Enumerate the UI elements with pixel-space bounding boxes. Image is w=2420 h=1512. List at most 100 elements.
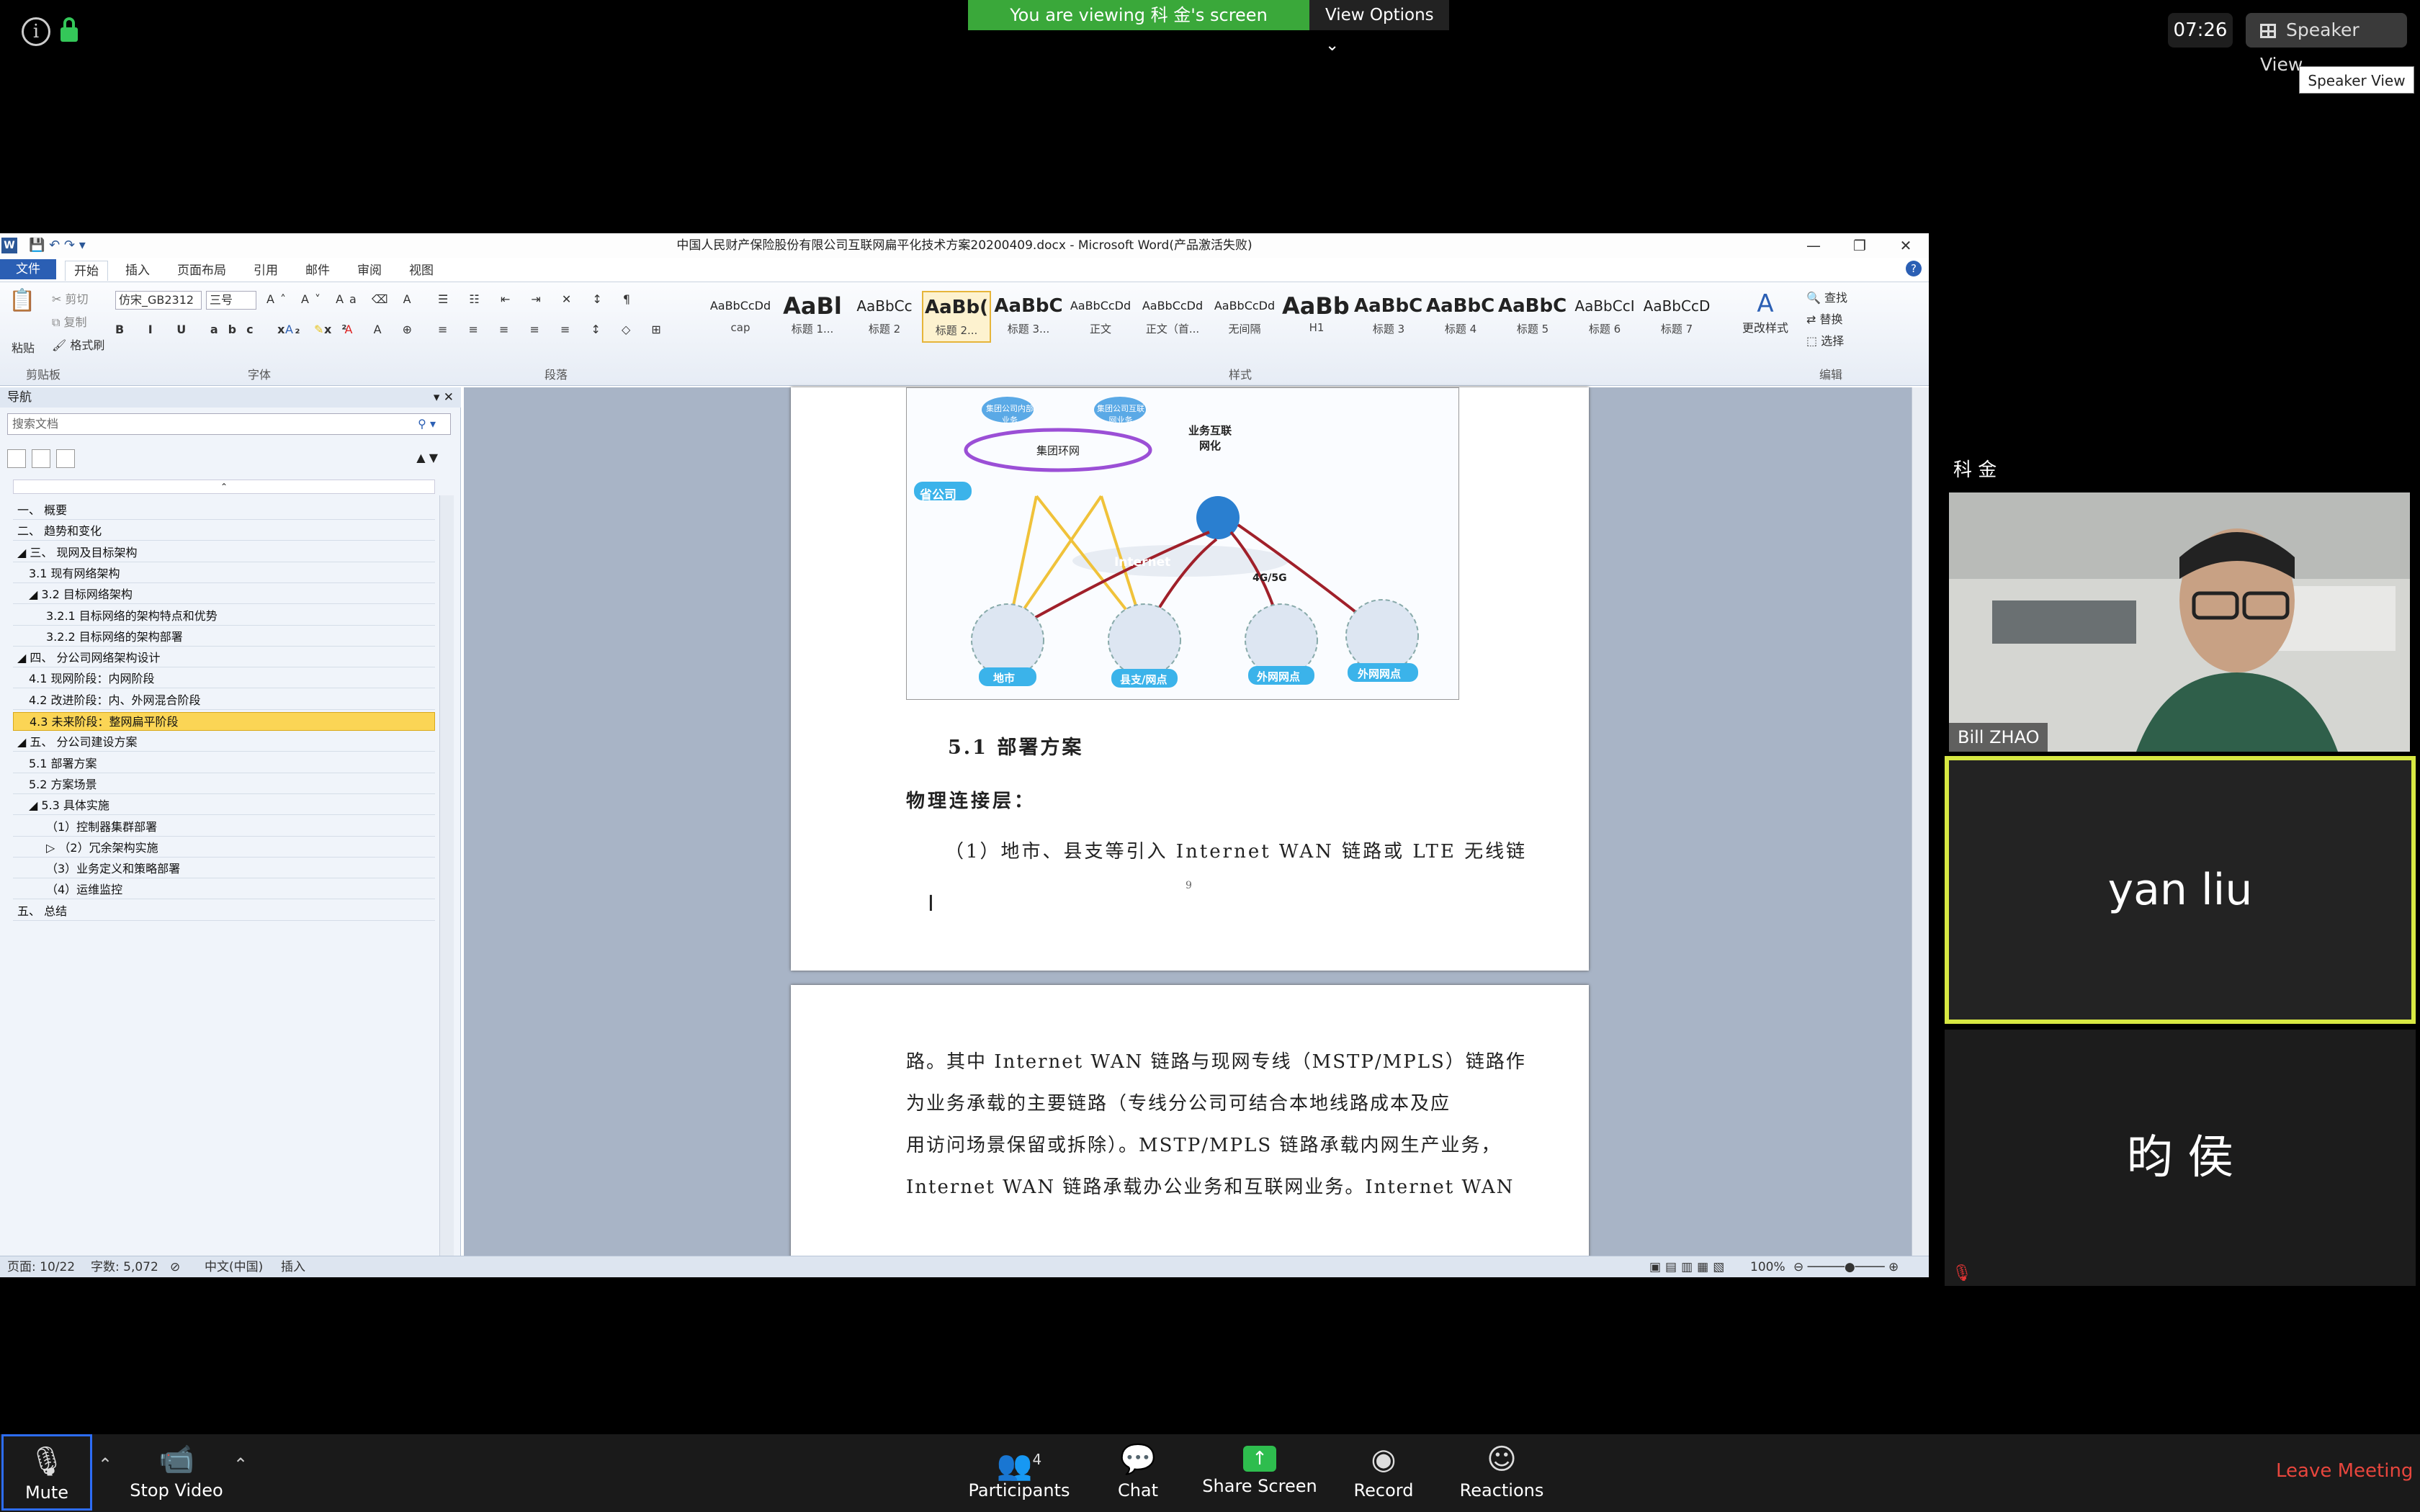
tab-review[interactable]: 审阅 bbox=[349, 261, 390, 281]
style-5[interactable]: AaBbCcDd 正文 bbox=[1066, 291, 1135, 343]
document-vertical-scrollbar[interactable] bbox=[1912, 387, 1929, 1256]
change-styles-button[interactable]: A 更改样式 bbox=[1740, 289, 1791, 336]
nav-heading-item[interactable]: ◢ 三、 现网及目标架构 bbox=[13, 544, 435, 562]
nav-heading-item[interactable]: 3.2.2 目标网络的架构部署 bbox=[13, 628, 435, 647]
style-13[interactable]: AaBbCcD 标题 7 bbox=[1642, 291, 1711, 343]
body-text-line[interactable]: 用访问场景保留或拆除）。MSTP/MPLS 链路承载内网生产业务， bbox=[906, 1130, 1502, 1157]
cut-button[interactable]: ✂ 剪切 bbox=[52, 289, 89, 307]
stop-video-button[interactable]: 📹 Stop Video bbox=[122, 1434, 230, 1512]
zoom-slider[interactable]: ⊖ ─────●──── ⊕ bbox=[1793, 1256, 1923, 1277]
results-view-icon[interactable] bbox=[56, 449, 75, 468]
nav-heading-item[interactable]: 4.1 现网阶段：内网阶段 bbox=[13, 670, 435, 689]
nav-heading-item[interactable]: 3.2.1 目标网络的架构特点和优势 bbox=[13, 607, 435, 626]
chat-button[interactable]: 💬 Chat bbox=[1102, 1434, 1174, 1512]
style-12[interactable]: AaBbCcI 标题 6 bbox=[1570, 291, 1639, 343]
zoom-level[interactable]: 100% bbox=[1750, 1256, 1785, 1277]
section-heading[interactable]: 5.1 部署方案 bbox=[948, 732, 1083, 760]
video-options-caret-icon[interactable]: ⌃ bbox=[233, 1454, 248, 1475]
nav-heading-item[interactable]: 4.2 改进阶段：内、外网混合阶段 bbox=[13, 691, 435, 710]
mute-button[interactable]: 🎙 Mute bbox=[1, 1434, 92, 1511]
style-3[interactable]: AaBb(标题 2... bbox=[922, 291, 991, 343]
format-painter-button[interactable]: 🖌 格式刷 bbox=[52, 336, 104, 353]
nav-pane-close-icon[interactable]: ▾ ✕ bbox=[434, 387, 454, 408]
word-count[interactable]: 字数: 5,072 bbox=[91, 1256, 158, 1277]
share-screen-button[interactable]: ↑ Share Screen bbox=[1198, 1434, 1321, 1512]
nav-heading-item[interactable]: 3.1 现有网络架构 bbox=[13, 564, 435, 583]
participant-tile-active-speaker[interactable]: yan liu bbox=[1945, 756, 2416, 1024]
tab-insert[interactable]: 插入 bbox=[117, 261, 158, 281]
copy-button[interactable]: ⧉ 复制 bbox=[52, 312, 87, 330]
encryption-lock-icon[interactable] bbox=[60, 17, 78, 42]
nav-heading-item[interactable]: （4）运维监控 bbox=[13, 881, 435, 900]
nav-heading-item[interactable]: 一、 概要 bbox=[13, 501, 435, 520]
nav-heading-item[interactable]: ◢ 五、 分公司建设方案 bbox=[13, 733, 435, 752]
nav-heading-item[interactable]: （1）控制器集群部署 bbox=[13, 818, 435, 837]
style-0[interactable]: AaBbCcDd cap bbox=[706, 291, 775, 343]
view-mode-buttons[interactable]: ▣▤▥▦▧ bbox=[1649, 1256, 1729, 1277]
tab-page-layout[interactable]: 页面布局 bbox=[169, 261, 235, 281]
participants-button[interactable]: 👥4 Participants bbox=[965, 1434, 1073, 1512]
select-button[interactable]: ⬚ 选择 bbox=[1806, 331, 1844, 348]
nav-heading-item[interactable]: ◢ 四、 分公司网络架构设计 bbox=[13, 649, 435, 668]
tab-file[interactable]: 文件 bbox=[0, 259, 56, 279]
highlight-font-color-buttons[interactable]: A ✎ A A ⊕ bbox=[285, 323, 421, 336]
style-1[interactable]: AaBl 标题 1... bbox=[778, 291, 847, 343]
tab-mailings[interactable]: 邮件 bbox=[297, 261, 339, 281]
document-page[interactable]: 路。其中 Internet WAN 链路与现网专线（MSTP/MPLS）链路作为… bbox=[791, 985, 1589, 1273]
body-text-line[interactable]: （1）地市、县支等引入 Internet WAN 链路或 LTE 无线链 bbox=[945, 837, 1527, 863]
nav-heading-item[interactable]: 5.2 方案场景 bbox=[13, 775, 435, 794]
nav-heading-item[interactable]: （3）业务定义和策略部署 bbox=[13, 860, 435, 879]
close-icon[interactable]: ✕ bbox=[1883, 233, 1929, 258]
participant-tile[interactable]: 昀 侯 bbox=[1945, 1030, 2416, 1286]
find-button[interactable]: 🔍 查找 bbox=[1806, 288, 1847, 305]
insert-mode[interactable]: 插入 bbox=[281, 1256, 305, 1277]
body-text-line[interactable]: Internet WAN 链路承载办公业务和互联网业务。Internet WAN bbox=[906, 1172, 1514, 1199]
nav-heading-item[interactable]: 五、 总结 bbox=[13, 902, 435, 921]
style-4[interactable]: AaBbC 标题 3... bbox=[994, 291, 1063, 343]
style-8[interactable]: AaBb(H1 bbox=[1282, 291, 1351, 343]
nav-search-input[interactable]: 搜索文档 ⚲ ▾ bbox=[7, 413, 451, 435]
info-icon[interactable]: i bbox=[22, 17, 50, 46]
participant-video[interactable] bbox=[1949, 492, 2410, 752]
nav-heading-item[interactable]: ▷ （2）冗余架构实施 bbox=[13, 839, 435, 858]
style-7[interactable]: AaBbCcDd 无间隔 bbox=[1210, 291, 1279, 343]
restore-icon[interactable]: ❐ bbox=[1837, 233, 1883, 258]
word-app-icon[interactable]: W bbox=[1, 238, 17, 253]
tab-references[interactable]: 引用 bbox=[245, 261, 287, 281]
language[interactable]: 中文(中国) bbox=[205, 1256, 263, 1277]
subheading[interactable]: 物理连接层： bbox=[906, 786, 1036, 813]
document-page[interactable]: 集团公司内部业务 集团公司互联网业务 集团环网 业务互联网化 省公司 Inter… bbox=[791, 387, 1589, 971]
nav-heading-item[interactable]: 二、 趋势和变化 bbox=[13, 522, 435, 541]
font-name-select[interactable]: 仿宋_GB2312 bbox=[115, 291, 202, 310]
nav-collapse-all[interactable]: ⌃ bbox=[13, 480, 435, 494]
search-icon[interactable]: ⚲ ▾ bbox=[418, 414, 436, 434]
nav-heading-item[interactable]: 5.1 部署方案 bbox=[13, 755, 435, 773]
quick-access-toolbar[interactable]: 💾 ↶ ↷ ▾ bbox=[29, 233, 86, 258]
view-options-button[interactable]: View Options ⌄ bbox=[1309, 0, 1449, 55]
nav-heading-item[interactable]: 4.3 未来阶段：整网扁平阶段 bbox=[13, 712, 435, 731]
body-text-line[interactable]: 为业务承载的主要链路（专线分公司可结合本地线路成本及应 bbox=[906, 1089, 1451, 1115]
audio-options-caret-icon[interactable]: ⌃ bbox=[98, 1454, 112, 1475]
body-text-line[interactable]: 路。其中 Internet WAN 链路与现网专线（MSTP/MPLS）链路作 bbox=[906, 1047, 1526, 1074]
alignment-buttons[interactable]: ≡ ≡ ≡ ≡ ≡ ↕ ◇ ⊞ bbox=[438, 323, 670, 336]
list-buttons[interactable]: ☰ ☷ ⇤ ⇥ ✕ ↕ ¶ bbox=[438, 292, 639, 306]
proofing-icon[interactable]: ⊘ bbox=[170, 1256, 180, 1277]
network-diagram-image[interactable]: 集团公司内部业务 集团公司互联网业务 集团环网 业务互联网化 省公司 Inter… bbox=[906, 387, 1459, 700]
nav-heading-item[interactable]: ◢ 3.2 目标网络架构 bbox=[13, 585, 435, 605]
nav-up-down-arrows[interactable]: ▲ ▼ bbox=[416, 451, 438, 469]
pages-view-icon[interactable] bbox=[32, 449, 50, 468]
document-canvas[interactable]: 集团公司内部业务 集团公司互联网业务 集团环网 业务互联网化 省公司 Inter… bbox=[464, 387, 1912, 1273]
tab-view[interactable]: 视图 bbox=[400, 261, 442, 281]
headings-view-icon[interactable] bbox=[7, 449, 26, 468]
style-2[interactable]: AaBbCc 标题 2 bbox=[850, 291, 919, 343]
help-icon[interactable]: ? bbox=[1906, 261, 1922, 276]
paste-icon[interactable]: 📋 bbox=[9, 288, 37, 331]
grow-shrink-font-buttons[interactable]: A˄ A˅ Aa ⌫ A bbox=[266, 292, 417, 306]
style-11[interactable]: AaBbCc 标题 5 bbox=[1498, 291, 1567, 343]
tab-home[interactable]: 开始 bbox=[65, 261, 108, 281]
font-size-select[interactable]: 三号 bbox=[206, 291, 256, 310]
replace-button[interactable]: ⇄ 替换 bbox=[1806, 310, 1843, 327]
reactions-button[interactable]: ☺ Reactions bbox=[1455, 1434, 1549, 1512]
style-10[interactable]: AaBbCc 标题 4 bbox=[1426, 291, 1495, 343]
page-count[interactable]: 页面: 10/22 bbox=[7, 1256, 75, 1277]
